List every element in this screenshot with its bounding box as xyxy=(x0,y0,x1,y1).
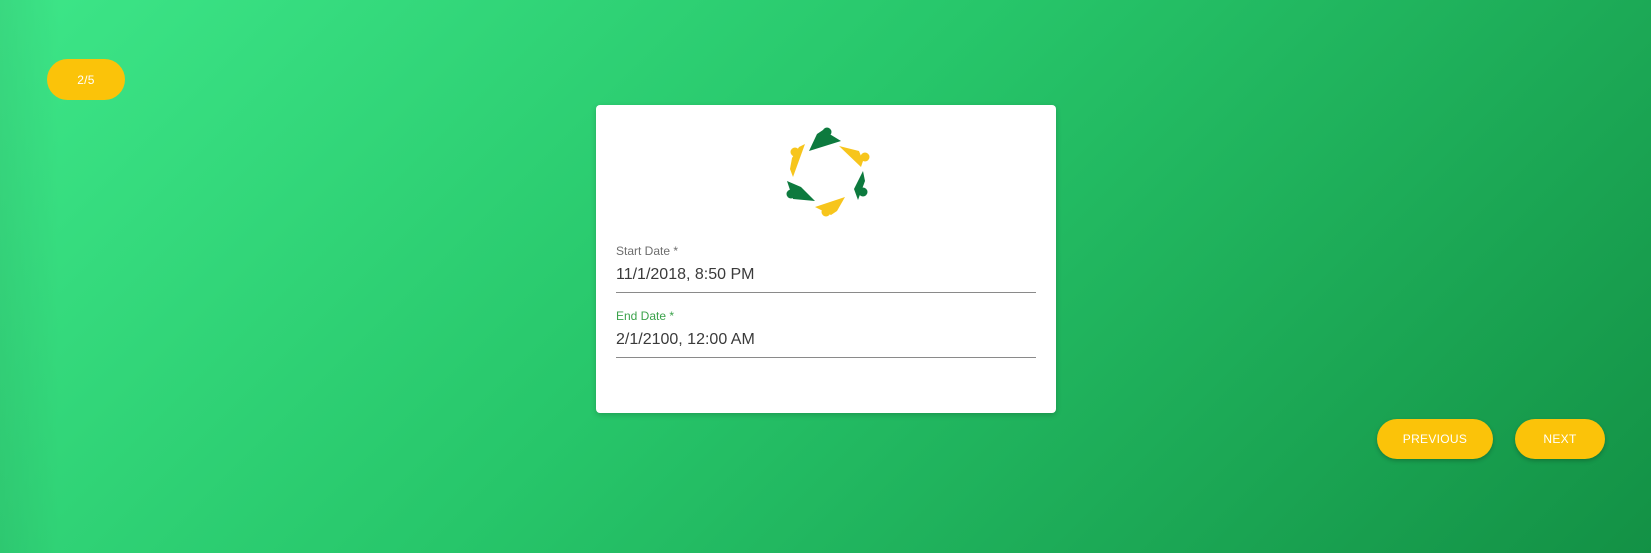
end-date-label: End Date * xyxy=(616,309,675,323)
end-date-field[interactable]: End Date * 2/1/2100, 12:00 AM xyxy=(616,309,1036,358)
people-circle-logo xyxy=(786,127,870,217)
start-date-field[interactable]: Start Date * 11/1/2018, 8:50 PM xyxy=(616,244,1036,293)
step-indicator-badge: 2/5 xyxy=(47,59,125,100)
start-date-input[interactable]: 11/1/2018, 8:50 PM xyxy=(616,265,1036,285)
date-form-card: Start Date * 11/1/2018, 8:50 PM End Date… xyxy=(596,105,1056,413)
next-button[interactable]: NEXT xyxy=(1515,419,1605,459)
previous-button[interactable]: PREVIOUS xyxy=(1377,419,1493,459)
start-date-underline xyxy=(616,292,1036,293)
end-date-underline xyxy=(616,357,1036,358)
page-background: 2/5 Start Date * 11/1/2018, 8:50 PM End … xyxy=(0,0,1651,553)
start-date-label: Start Date * xyxy=(616,244,679,258)
end-date-input[interactable]: 2/1/2100, 12:00 AM xyxy=(616,330,1036,350)
